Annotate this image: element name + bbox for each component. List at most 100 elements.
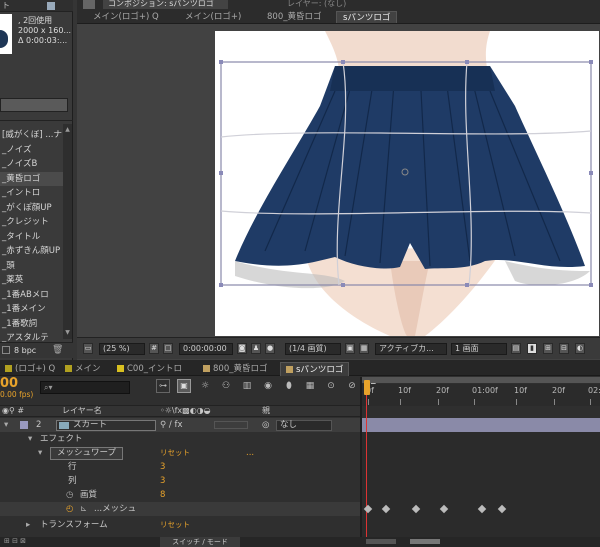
layer-name-box[interactable]: スカート — [56, 420, 156, 431]
breadcrumb-comp-2[interactable]: メイン(ロゴ+) — [179, 11, 247, 23]
collapse-arrow-icon[interactable]: ▸ — [26, 518, 30, 532]
graph-editor-icon[interactable]: ▦ — [303, 379, 317, 393]
layer-duration-bar[interactable] — [362, 418, 600, 432]
transparency-grid-icon[interactable]: ▦ — [359, 343, 369, 354]
timeline-tab-4[interactable]: 800_黄昏ロゴ — [213, 364, 267, 374]
keyframe-area[interactable] — [362, 432, 600, 537]
hide-shy-icon[interactable]: ⚇ — [219, 379, 233, 393]
bit-depth-label[interactable]: 8 bpc — [14, 346, 36, 355]
expand-switches-icon[interactable]: ⊞ ⊟ ⊠ — [4, 537, 26, 545]
timeline-search-input[interactable]: ⌕▾ — [40, 381, 130, 394]
project-item[interactable]: _ノイズB — [0, 157, 70, 171]
mesh-warp-reset-link[interactable]: リセット — [160, 446, 190, 460]
stopwatch-active-icon[interactable]: ◴ — [66, 502, 73, 516]
breadcrumb-comp-active[interactable]: sパンツロゴ — [336, 11, 398, 23]
mesh-warp-label[interactable]: メッシュワープ — [50, 447, 123, 460]
timeline-icon[interactable]: ⊞ — [543, 343, 553, 354]
expand-arrow-icon[interactable]: ▾ — [28, 432, 32, 446]
mesh-warp-options-link[interactable]: ... — [246, 446, 254, 460]
toggle-pixel-aspect-icon[interactable]: ▤ — [511, 343, 521, 354]
rows-value[interactable]: 3 — [160, 460, 165, 474]
transform-reset-link[interactable]: リセット — [160, 518, 190, 532]
project-item[interactable]: _薬英 — [0, 273, 70, 287]
zoom-slider-track[interactable] — [366, 539, 396, 544]
project-item[interactable]: _がくぽ顔UP — [0, 201, 70, 215]
columns-property-row[interactable]: 列 3 — [0, 474, 360, 488]
lock-icon[interactable] — [83, 0, 95, 9]
timeline-tab-3[interactable]: C00_イントロ — [127, 364, 182, 374]
effects-group-row[interactable]: ▾ エフェクト — [0, 432, 360, 446]
comp-mini-flowchart-icon[interactable]: ⊶ — [156, 379, 170, 393]
pickwhip-icon[interactable]: ◎ — [262, 418, 269, 432]
interpret-footage-icon[interactable] — [2, 346, 10, 354]
exposure-icon[interactable]: ◐ — [575, 343, 585, 354]
toggle-switches-modes-button[interactable]: スイッチ / モード — [160, 537, 240, 547]
quality-property-row[interactable]: ◷ 画質 8 — [0, 488, 360, 502]
project-item[interactable]: _1番メイン — [0, 302, 70, 316]
current-time-field[interactable]: 0:00:00:00 — [179, 343, 233, 355]
current-time-display[interactable]: 00 — [0, 377, 18, 391]
parent-dropdown[interactable]: なし — [276, 420, 332, 431]
channel-icon[interactable]: ● — [265, 343, 275, 354]
playhead-handle[interactable] — [364, 380, 370, 395]
motion-blur-icon[interactable]: ◉ — [261, 379, 275, 393]
auto-keyframe-icon[interactable]: ⊙ — [324, 379, 338, 393]
project-item[interactable]: _ノイズ — [0, 143, 70, 157]
zoom-slider-thumb[interactable] — [410, 539, 440, 544]
graph-icon[interactable]: ⊾ — [80, 502, 87, 516]
transform-group-row[interactable]: ▸ トランスフォーム リセット — [0, 518, 360, 532]
parent-column[interactable]: 親 — [262, 406, 270, 416]
region-of-interest-icon[interactable]: □ — [163, 343, 173, 354]
frame-blending-icon[interactable]: ▥ — [240, 379, 254, 393]
expand-arrow-icon[interactable]: ▾ — [38, 446, 42, 460]
zoom-dropdown[interactable]: (25 %) — [99, 343, 145, 355]
project-item[interactable]: _赤ずきん顔UP — [0, 244, 70, 258]
mesh-warp-row[interactable]: ▾ メッシュワープ リセット ... — [0, 446, 360, 460]
project-item[interactable]: _1番ABメロ — [0, 288, 70, 302]
flowchart-icon[interactable]: ⊟ — [559, 343, 569, 354]
active-camera-dropdown[interactable]: アクティブカ... — [375, 343, 447, 355]
mesh-property-row[interactable]: ◴ ⊾ ...メッシュ — [0, 502, 360, 516]
resolution-dropdown[interactable]: (1/4 画質) — [285, 343, 341, 355]
composition-panel-tab[interactable]: コンポジション: sパンツロゴ — [103, 0, 228, 9]
quality-value[interactable]: 8 — [160, 488, 165, 502]
project-item[interactable]: _1番歌詞 — [0, 317, 70, 331]
layer-panel-tab[interactable]: レイヤー: (なし) — [287, 0, 346, 9]
project-item[interactable]: _クレジット — [0, 215, 70, 229]
brainstorm-icon[interactable]: ⬮ — [282, 379, 296, 393]
layer-row-skirt[interactable]: ▾ 2 スカート ⚲ / fx ◎ なし — [0, 418, 360, 432]
layer-switch-boxes[interactable] — [214, 421, 248, 429]
lock-icon[interactable]: ⊘ — [345, 379, 359, 393]
layer-switches[interactable]: ⚲ / fx — [160, 418, 183, 432]
stopwatch-icon[interactable]: ◷ — [66, 488, 73, 502]
project-item[interactable]: [威がくぼ] ...ナ — [0, 128, 70, 142]
fast-previews-icon[interactable]: ▣ — [345, 343, 355, 354]
layer-label-swatch[interactable] — [20, 421, 28, 429]
breadcrumb-comp-3[interactable]: 800_黄昏ロゴ — [261, 11, 327, 23]
timeline-tab-2[interactable]: メイン — [75, 364, 101, 374]
work-area-bar[interactable] — [362, 377, 600, 383]
grid-icon[interactable]: # — [149, 343, 159, 354]
breadcrumb-comp-1[interactable]: メイン(ロゴ+) Q — [87, 11, 165, 23]
project-scrollbar[interactable]: ▲ ▼ — [63, 124, 72, 339]
project-item[interactable]: _タイトル — [0, 230, 70, 244]
composition-canvas[interactable] — [215, 31, 599, 336]
timeline-tab-1[interactable]: (ロゴ+) Q — [15, 364, 55, 374]
project-item[interactable]: _イントロ — [0, 186, 70, 200]
project-panel-tab[interactable]: ト — [0, 0, 73, 12]
project-item[interactable]: _黄昏ロゴ — [0, 171, 70, 186]
project-search-input[interactable] — [0, 98, 68, 112]
columns-value[interactable]: 3 — [160, 474, 165, 488]
view-layout-dropdown[interactable]: 1 画面 — [451, 343, 507, 355]
show-snapshot-icon[interactable]: ♟ — [251, 343, 261, 354]
layer-name-column[interactable]: レイヤー名 — [62, 406, 102, 416]
draft-3d-icon[interactable]: ▮ — [527, 343, 537, 354]
snapshot-icon[interactable]: ◙ — [237, 343, 247, 354]
always-preview-icon[interactable]: ▭ — [83, 343, 93, 354]
expand-arrow-icon[interactable]: ▾ — [4, 418, 8, 432]
project-item[interactable]: _頭 — [0, 259, 70, 273]
live-update-icon[interactable]: ▣ — [177, 379, 191, 393]
trash-icon[interactable]: 🗑 — [52, 345, 63, 355]
draft-3d-toggle-icon[interactable]: ☼ — [198, 379, 212, 393]
time-ruler[interactable]: 0f10f20f01:00f10f20f02: — [362, 384, 600, 406]
